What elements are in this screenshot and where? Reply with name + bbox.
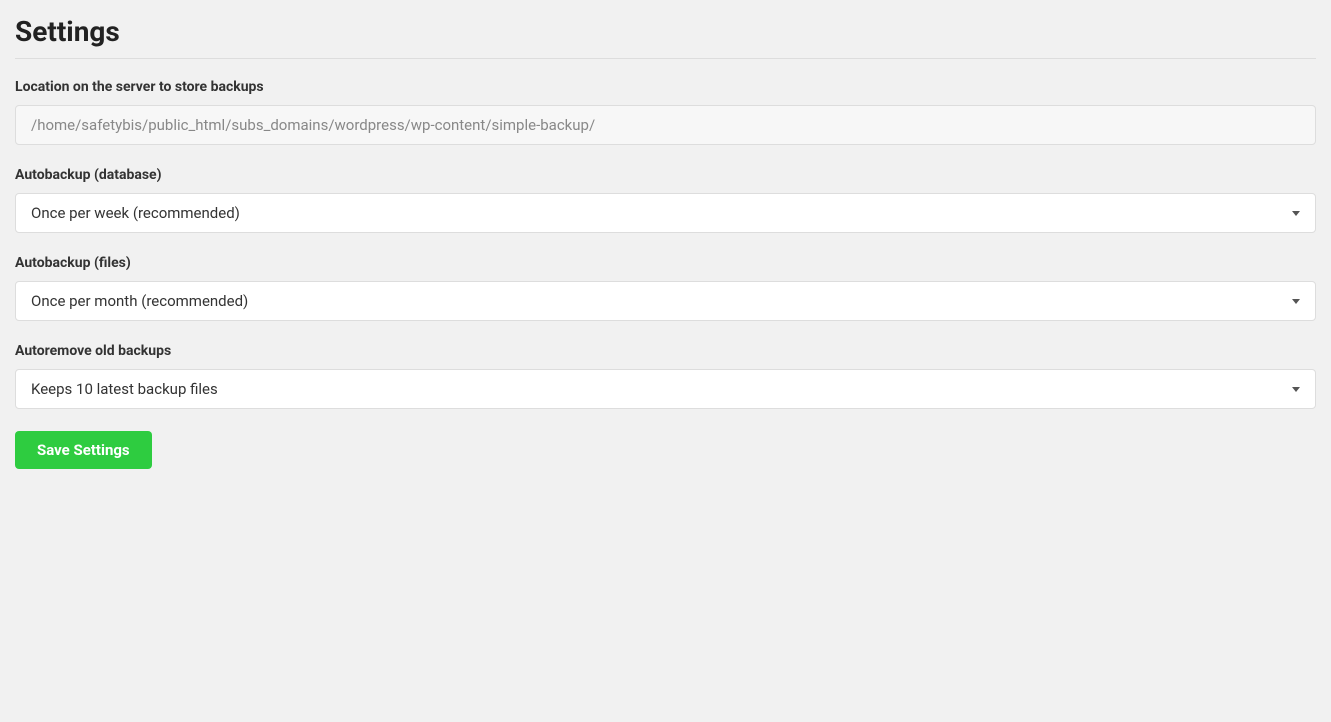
autobackup-files-select[interactable]: Once per month (recommended) xyxy=(15,281,1316,321)
autoremove-group: Autoremove old backups Keeps 10 latest b… xyxy=(15,343,1316,409)
autobackup-files-group: Autobackup (files) Once per month (recom… xyxy=(15,255,1316,321)
autobackup-db-select[interactable]: Once per week (recommended) xyxy=(15,193,1316,233)
autobackup-files-label: Autobackup (files) xyxy=(15,255,1316,271)
page-title: Settings xyxy=(15,15,1316,59)
caret-down-icon xyxy=(1292,211,1300,216)
location-input[interactable] xyxy=(15,105,1316,145)
save-settings-button[interactable]: Save Settings xyxy=(15,431,152,469)
caret-down-icon xyxy=(1292,299,1300,304)
autoremove-label: Autoremove old backups xyxy=(15,343,1316,359)
autoremove-value: Keeps 10 latest backup files xyxy=(31,380,1282,398)
location-group: Location on the server to store backups xyxy=(15,79,1316,145)
location-label: Location on the server to store backups xyxy=(15,79,1316,95)
autobackup-db-value: Once per week (recommended) xyxy=(31,204,1282,222)
caret-down-icon xyxy=(1292,387,1300,392)
autobackup-db-label: Autobackup (database) xyxy=(15,167,1316,183)
autobackup-db-group: Autobackup (database) Once per week (rec… xyxy=(15,167,1316,233)
autobackup-files-value: Once per month (recommended) xyxy=(31,292,1282,310)
autoremove-select[interactable]: Keeps 10 latest backup files xyxy=(15,369,1316,409)
